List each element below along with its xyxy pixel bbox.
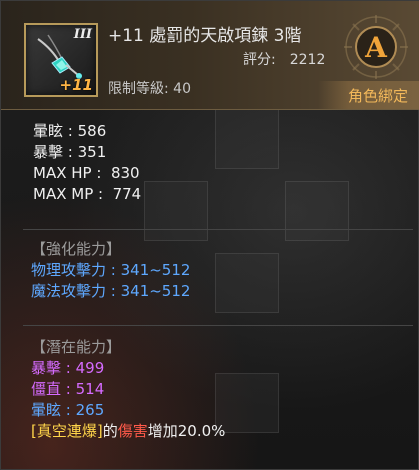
stat-value: : 341~512 bbox=[106, 261, 191, 279]
bind-status: 角色綁定 bbox=[347, 87, 408, 105]
item-score: 評分: 2212 bbox=[243, 49, 325, 69]
stat-name: 物理攻擊力 bbox=[31, 261, 107, 279]
effect-connector: 的 bbox=[102, 422, 118, 440]
necklace-item-icon: III +11 bbox=[24, 23, 98, 97]
potential-line: 僵直 : 514 bbox=[31, 379, 225, 400]
effect-value: 增加20.0% bbox=[147, 422, 226, 440]
stat-value: 351 bbox=[77, 143, 107, 161]
stat-name: 魔法攻擊力 bbox=[31, 282, 107, 300]
potential-line: 暴擊 : 499 bbox=[31, 358, 225, 379]
grade-a-badge-icon: A bbox=[344, 15, 408, 79]
stat-name: 僵直 bbox=[31, 380, 62, 398]
special-effect-line: [真空連爆]的傷害增加20.0% bbox=[31, 421, 225, 442]
skill-name: [真空連爆] bbox=[31, 422, 103, 440]
enhancement-line: 物理攻擊力 : 341~512 bbox=[31, 260, 190, 281]
stat-value: : 341~512 bbox=[106, 282, 191, 300]
effect-target: 傷害 bbox=[117, 422, 148, 440]
divider bbox=[23, 325, 413, 326]
tier-label: III bbox=[73, 27, 92, 42]
base-stats: 暈眩 : 586 暴擊 : 351 MAX HP : 830 MAX MP : … bbox=[33, 121, 141, 205]
stat-line: MAX MP : 774 bbox=[33, 184, 141, 205]
stat-name: 暈眩 bbox=[33, 122, 64, 140]
stat-name: 暴擊 bbox=[33, 143, 64, 161]
stat-name: MAX HP bbox=[33, 164, 92, 182]
background-item-slot bbox=[215, 253, 279, 313]
stat-sep: : bbox=[63, 122, 78, 140]
stat-value: : 499 bbox=[61, 359, 105, 377]
background-item-slot bbox=[144, 181, 208, 241]
level-requirement: 限制等級: 40 bbox=[108, 81, 191, 97]
potential-section: 【潛在能力】 暴擊 : 499 僵直 : 514 暈眩 : 265 [真空連爆]… bbox=[31, 337, 225, 442]
enhancement-section: 【強化能力】 物理攻擊力 : 341~512 魔法攻擊力 : 341~512 bbox=[31, 239, 190, 302]
background-item-slot bbox=[215, 109, 279, 169]
potential-title: 【潛在能力】 bbox=[31, 338, 122, 356]
background-item-slot bbox=[285, 181, 349, 241]
stat-sep: : bbox=[91, 164, 111, 182]
enhancement-line: 魔法攻擊力 : 341~512 bbox=[31, 281, 190, 302]
enhance-level-label: +11 bbox=[59, 76, 93, 94]
stat-value: 586 bbox=[77, 122, 107, 140]
enhancement-title: 【強化能力】 bbox=[31, 240, 122, 258]
stat-sep: : bbox=[63, 143, 78, 161]
bind-status-banner: 角色綁定 bbox=[318, 81, 419, 109]
grade-letter: A bbox=[364, 31, 388, 64]
score-label: 評分: bbox=[243, 52, 276, 68]
stat-value: 774 bbox=[112, 185, 142, 203]
stat-line: 暈眩 : 586 bbox=[33, 121, 141, 142]
stat-name: 暴擊 bbox=[31, 359, 62, 377]
potential-line: 暈眩 : 265 bbox=[31, 400, 225, 421]
divider bbox=[23, 229, 413, 230]
stat-sep: : bbox=[93, 185, 113, 203]
tooltip-header: III +11 +11 處罰的天啟項鍊 3階 評分: 2212 限制等級: 40 … bbox=[1, 1, 419, 110]
stat-value: 830 bbox=[110, 164, 140, 182]
stat-name: 暈眩 bbox=[31, 401, 62, 419]
item-tooltip: III +11 +11 處罰的天啟項鍊 3階 評分: 2212 限制等級: 40 … bbox=[0, 0, 419, 470]
score-value: 2212 bbox=[289, 52, 326, 68]
stat-line: 暴擊 : 351 bbox=[33, 142, 141, 163]
stat-line: MAX HP : 830 bbox=[33, 163, 141, 184]
stat-name: MAX MP bbox=[33, 185, 94, 203]
item-name: +11 處罰的天啟項鍊 3階 bbox=[108, 26, 302, 46]
stat-value: : 514 bbox=[61, 380, 105, 398]
stat-value: : 265 bbox=[61, 401, 105, 419]
